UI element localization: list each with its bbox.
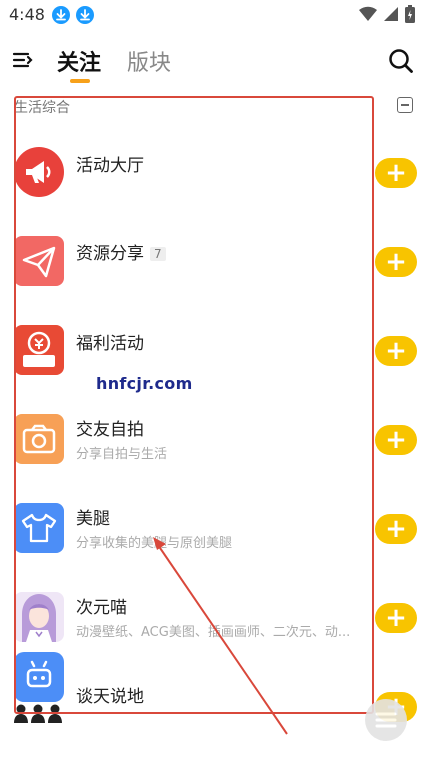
search-icon[interactable]	[387, 47, 415, 75]
follow-button[interactable]: +	[375, 603, 417, 633]
anime-avatar	[14, 592, 64, 642]
paper-plane-icon	[14, 236, 64, 286]
item-name: 美腿	[76, 509, 110, 529]
list-item[interactable]: 交友自拍 分享自拍与生活 +	[0, 396, 429, 485]
item-name: 谈天说地	[76, 687, 144, 707]
robot-icon	[14, 652, 64, 702]
download-icon	[76, 6, 94, 24]
item-name: 福利活动	[76, 334, 144, 354]
follow-button[interactable]: +	[375, 158, 417, 188]
list-item[interactable]: 福利活动 +	[0, 307, 429, 396]
section-title: 生活综合	[14, 100, 70, 116]
item-description: 动漫壁纸、ACG美图、插画画师、二次元、动...	[76, 625, 351, 640]
battery-icon	[405, 5, 415, 23]
list-item[interactable]: 资源分享 7 +	[0, 218, 429, 307]
item-description: 分享自拍与生活	[76, 447, 168, 462]
count-badge: 7	[150, 247, 166, 261]
menu-icon[interactable]	[12, 50, 34, 70]
collapse-icon[interactable]	[397, 97, 413, 113]
tshirt-icon	[14, 503, 64, 553]
people-icon	[14, 703, 62, 723]
item-name: 活动大厅	[76, 156, 144, 176]
list-item[interactable]: 美腿 分享收集的美腿与原创美腿 +	[0, 485, 429, 574]
follow-button[interactable]: +	[375, 336, 417, 366]
camera-icon	[14, 414, 64, 464]
list-item[interactable]: 活动大厅 +	[0, 129, 429, 218]
tab-board[interactable]: 版块	[127, 45, 171, 77]
follow-button[interactable]: +	[375, 247, 417, 277]
list-icon	[375, 712, 397, 728]
megaphone-icon	[14, 147, 64, 197]
floating-menu-button[interactable]	[365, 699, 407, 741]
item-name: 资源分享 7	[76, 239, 166, 264]
wifi-icon	[359, 6, 377, 22]
watermark: hnfcjr.com	[96, 374, 193, 393]
gift-icon	[14, 325, 64, 375]
status-icons	[359, 4, 415, 24]
download-icon	[52, 6, 70, 24]
follow-button[interactable]: +	[375, 514, 417, 544]
item-name: 次元喵	[76, 598, 127, 618]
status-time: 4:48	[9, 5, 45, 24]
tab-follow[interactable]: 关注	[57, 45, 101, 77]
item-name: 交友自拍	[76, 420, 144, 440]
item-description: 分享收集的美腿与原创美腿	[76, 536, 233, 551]
signal-icon	[384, 7, 398, 21]
follow-button[interactable]: +	[375, 425, 417, 455]
tab-active-indicator	[70, 79, 90, 83]
